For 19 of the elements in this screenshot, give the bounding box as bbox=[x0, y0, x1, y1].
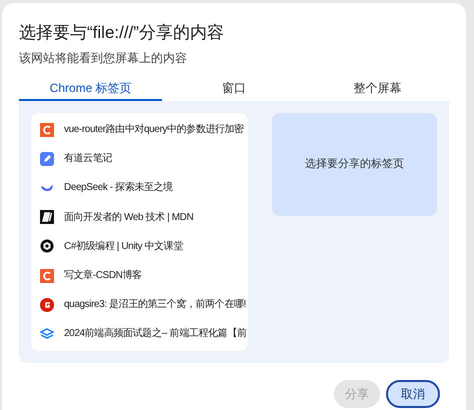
tab-list-item[interactable]: 2024前端高频面试题之-- 前端工程化篇【前 bbox=[31, 319, 248, 348]
tab-list-item[interactable]: C#初级编程 | Unity 中文课堂 bbox=[31, 232, 248, 261]
tab-list-item[interactable]: DeepSeek - 探索未至之境 bbox=[31, 173, 248, 203]
layers-icon bbox=[40, 328, 54, 340]
tab-list-item[interactable]: 有道云笔记 bbox=[31, 144, 248, 174]
tab-list-item[interactable]: vue-router路由中对query中的参数进行加密 bbox=[31, 115, 248, 144]
g-logo-icon bbox=[40, 298, 54, 312]
c-letter-icon bbox=[40, 268, 54, 283]
preview-text: 选择要分享的标签页 bbox=[305, 156, 404, 172]
tab[interactable]: 整个屏幕 bbox=[306, 77, 449, 101]
dialog-title: 选择要与“file:///”分享的内容 bbox=[19, 22, 225, 44]
cancel-button[interactable]: 取消 bbox=[386, 380, 440, 408]
tab-list-item[interactable]: 写文章-CSDN博客 bbox=[31, 260, 248, 290]
c-letter-icon bbox=[40, 122, 54, 137]
tab[interactable]: 窗口 bbox=[162, 77, 306, 101]
note-icon bbox=[40, 152, 54, 166]
tab-list-item[interactable]: quagsire3: 是沼王的第三个窝，前两个在哪! bbox=[31, 290, 248, 320]
tab-list-item[interactable]: 面向开发者的 Web 技术 | MDN bbox=[31, 202, 248, 232]
dialog-subtitle: 该网站将能看到您屏幕上的内容 bbox=[19, 50, 188, 67]
